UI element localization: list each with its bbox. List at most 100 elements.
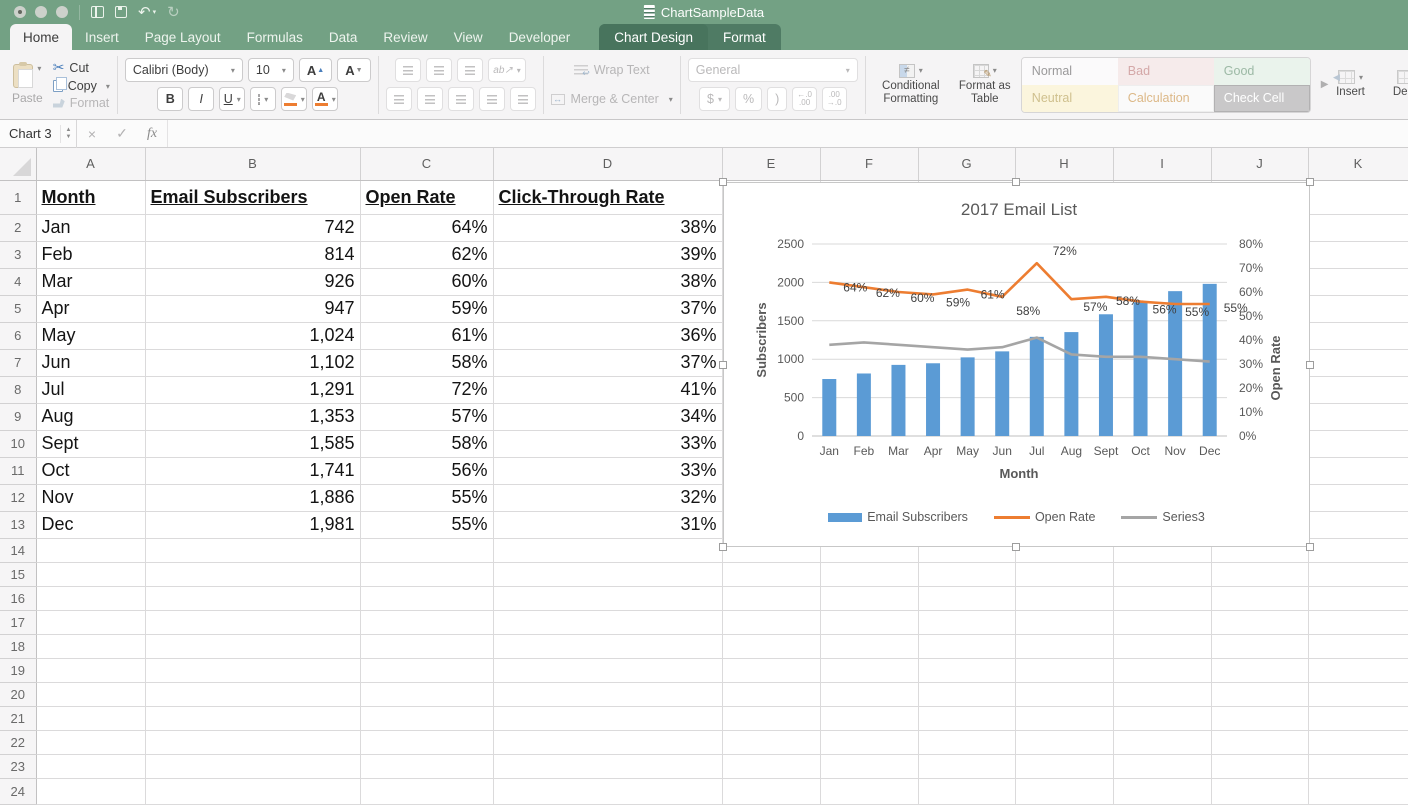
cell-J16[interactable] (1211, 586, 1308, 610)
cell-G22[interactable] (918, 730, 1015, 754)
grow-font-button[interactable]: A▲ (299, 58, 332, 82)
font-name-select[interactable]: Calibri (Body) ▾ (125, 58, 243, 82)
cell-C6[interactable]: 61% (360, 322, 493, 349)
align-center-button[interactable] (417, 87, 443, 111)
cell-H17[interactable] (1015, 610, 1113, 634)
cell-F21[interactable] (820, 706, 918, 730)
row-header-3[interactable]: 3 (0, 241, 36, 268)
cell-J20[interactable] (1211, 682, 1308, 706)
cell-I19[interactable] (1113, 658, 1211, 682)
legend-open-rate[interactable]: Open Rate (994, 510, 1095, 524)
borders-button[interactable]: ▾ (250, 87, 276, 111)
cell-B15[interactable] (145, 562, 360, 586)
cell-K6[interactable] (1308, 322, 1408, 349)
cell-D14[interactable] (493, 538, 722, 562)
cell-I20[interactable] (1113, 682, 1211, 706)
cell-I18[interactable] (1113, 634, 1211, 658)
cell-J19[interactable] (1211, 658, 1308, 682)
comma-format-button[interactable]: ) (767, 87, 787, 111)
cell-J21[interactable] (1211, 706, 1308, 730)
insert-function-icon[interactable]: fx (137, 126, 167, 142)
bar-sept[interactable] (1099, 314, 1113, 436)
row-header-19[interactable]: 19 (0, 658, 36, 682)
cell-F20[interactable] (820, 682, 918, 706)
cell-A22[interactable] (36, 730, 145, 754)
formula-input[interactable] (167, 120, 1408, 147)
cell-F15[interactable] (820, 562, 918, 586)
cell-K19[interactable] (1308, 658, 1408, 682)
align-middle-button[interactable] (426, 58, 452, 82)
cell-D7[interactable]: 37% (493, 349, 722, 376)
shrink-font-button[interactable]: A▼ (337, 58, 370, 82)
cell-G17[interactable] (918, 610, 1015, 634)
cell-K5[interactable] (1308, 295, 1408, 322)
cell-D5[interactable]: 37% (493, 295, 722, 322)
cell-D23[interactable] (493, 754, 722, 778)
cell-C7[interactable]: 58% (360, 349, 493, 376)
cell-E18[interactable] (722, 634, 820, 658)
cell-K9[interactable] (1308, 403, 1408, 430)
fill-color-button[interactable]: ▾ (281, 87, 307, 111)
cell-H21[interactable] (1015, 706, 1113, 730)
cell-D10[interactable]: 33% (493, 430, 722, 457)
cell-B8[interactable]: 1,291 (145, 376, 360, 403)
chart-selection-handle[interactable] (719, 178, 727, 186)
cell-B10[interactable]: 1,585 (145, 430, 360, 457)
cell-J18[interactable] (1211, 634, 1308, 658)
close-window-icon[interactable] (14, 6, 26, 18)
cell-K20[interactable] (1308, 682, 1408, 706)
cell-H16[interactable] (1015, 586, 1113, 610)
cell-C1[interactable]: Open Rate (360, 180, 493, 214)
cell-B16[interactable] (145, 586, 360, 610)
cell-J15[interactable] (1211, 562, 1308, 586)
cell-A21[interactable] (36, 706, 145, 730)
cell-J24[interactable] (1211, 778, 1308, 804)
chevron-down-icon[interactable]: ▾ (37, 64, 41, 73)
row-header-10[interactable]: 10 (0, 430, 36, 457)
minimize-window-icon[interactable] (35, 6, 47, 18)
column-header-K[interactable]: K (1308, 148, 1408, 180)
cell-D4[interactable]: 38% (493, 268, 722, 295)
cell-F24[interactable] (820, 778, 918, 804)
cell-A19[interactable] (36, 658, 145, 682)
chart-selection-handle[interactable] (1306, 178, 1314, 186)
cell-B13[interactable]: 1,981 (145, 511, 360, 538)
cell-D18[interactable] (493, 634, 722, 658)
cell-K23[interactable] (1308, 754, 1408, 778)
cell-A12[interactable]: Nov (36, 484, 145, 511)
cell-A24[interactable] (36, 778, 145, 804)
cell-C20[interactable] (360, 682, 493, 706)
cell-E15[interactable] (722, 562, 820, 586)
merge-center-button[interactable]: ↔ Merge & Center ▾ (551, 87, 673, 111)
cell-K16[interactable] (1308, 586, 1408, 610)
cell-B24[interactable] (145, 778, 360, 804)
cell-C8[interactable]: 72% (360, 376, 493, 403)
cell-D21[interactable] (493, 706, 722, 730)
font-size-select[interactable]: 10 ▾ (248, 58, 294, 82)
row-header-11[interactable]: 11 (0, 457, 36, 484)
bar-may[interactable] (961, 357, 975, 436)
bar-apr[interactable] (926, 363, 940, 436)
column-header-C[interactable]: C (360, 148, 493, 180)
cell-C21[interactable] (360, 706, 493, 730)
cell-B17[interactable] (145, 610, 360, 634)
conditional-formatting-button[interactable]: ≠▾ Conditional Formatting (873, 64, 949, 106)
cell-G15[interactable] (918, 562, 1015, 586)
cell-F22[interactable] (820, 730, 918, 754)
cell-A23[interactable] (36, 754, 145, 778)
cell-K2[interactable] (1308, 214, 1408, 241)
increase-decimal-button[interactable]: ←.0 .00 (792, 87, 817, 111)
cell-D3[interactable]: 39% (493, 241, 722, 268)
cell-F16[interactable] (820, 586, 918, 610)
cell-A5[interactable]: Apr (36, 295, 145, 322)
cell-D1[interactable]: Click-Through Rate (493, 180, 722, 214)
row-header-24[interactable]: 24 (0, 778, 36, 804)
cell-C9[interactable]: 57% (360, 403, 493, 430)
cell-K14[interactable] (1308, 538, 1408, 562)
number-format-select[interactable]: General ▾ (688, 58, 858, 82)
chart-selection-handle[interactable] (1012, 543, 1020, 551)
column-header-J[interactable]: J (1211, 148, 1308, 180)
cell-C18[interactable] (360, 634, 493, 658)
cell-A15[interactable] (36, 562, 145, 586)
cell-B6[interactable]: 1,024 (145, 322, 360, 349)
